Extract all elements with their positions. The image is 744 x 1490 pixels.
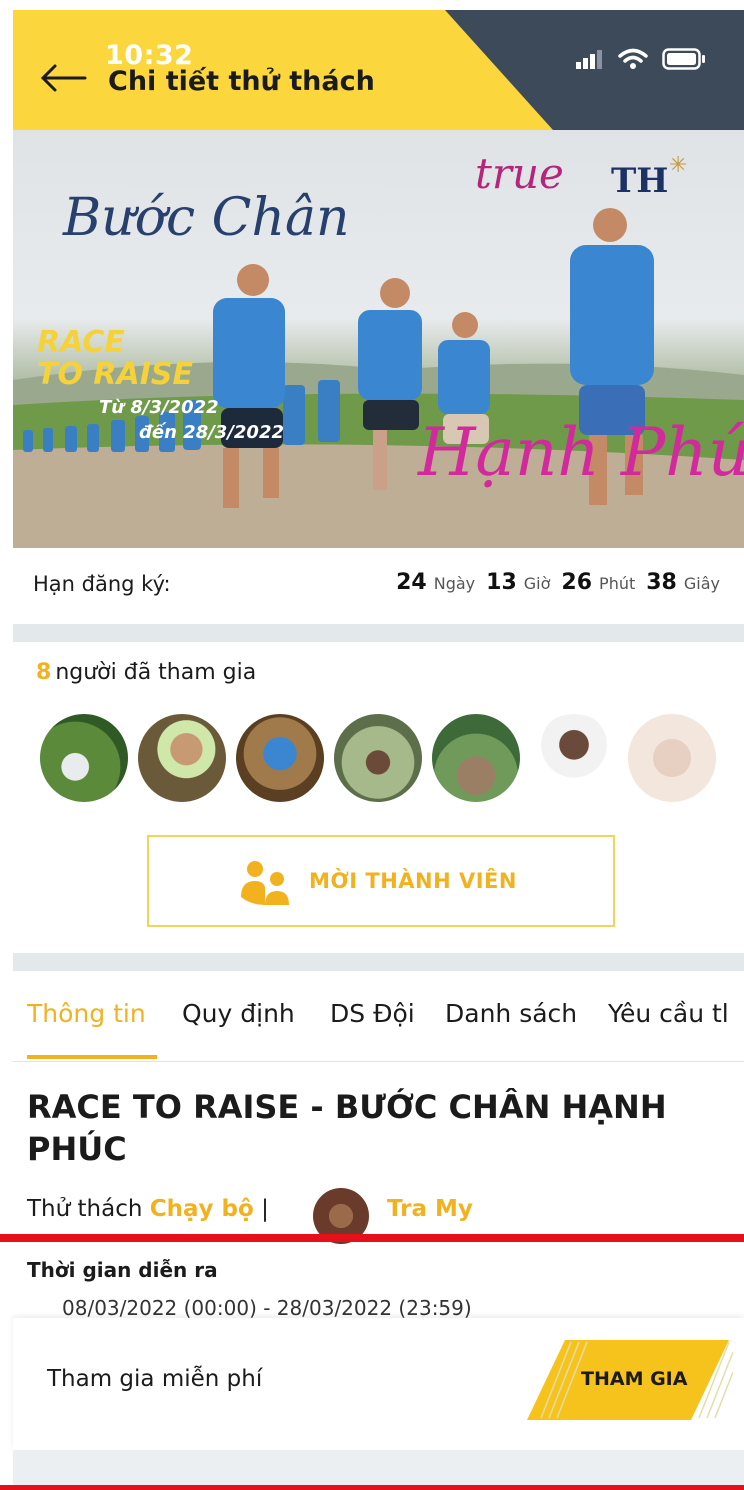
participants-number: 8 <box>36 660 52 685</box>
join-button[interactable]: THAM GIA <box>523 1338 734 1422</box>
banner-date-from: Từ 8/3/2022 <box>99 397 219 418</box>
countdown-days: 24 <box>396 570 427 595</box>
detail-tabs: Thông tin Quy định DS Đội Danh sách Yêu … <box>13 971 744 1062</box>
bottom-spacer <box>13 1450 744 1485</box>
countdown-label: Hạn đăng ký: <box>33 572 171 596</box>
challenge-type[interactable]: Chạy bộ <box>150 1196 254 1222</box>
tab-info[interactable]: Thông tin <box>27 999 146 1028</box>
countdown-days-unit: Ngày <box>433 574 476 593</box>
countdown-values: 24 Ngày 13 Giờ 26 Phút 38 Giây <box>396 570 724 595</box>
banner-race-line1: RACE <box>37 325 125 360</box>
countdown-minutes: 26 <box>561 570 593 595</box>
countdown-minutes-unit: Phút <box>599 574 636 593</box>
app-header: 10:32 Chi tiết thử thách <box>13 10 744 130</box>
invite-members-label: MỜI THÀNH VIÊN <box>309 869 517 893</box>
countdown-hours: 13 <box>486 570 517 595</box>
users-icon <box>241 861 289 905</box>
avatar[interactable] <box>528 712 620 804</box>
registration-countdown: Hạn đăng ký: 24 Ngày 13 Giờ 26 Phút 38 G… <box>13 548 744 625</box>
avatar[interactable] <box>234 712 326 804</box>
participants-label: người đã tham gia <box>55 660 257 685</box>
challenge-type-prefix: Thử thách <box>27 1196 143 1222</box>
banner-art: Bước Chân Hạnh Phúc RACE TO RAISE Từ 8/3… <box>13 149 744 548</box>
join-button-label: THAM GIA <box>581 1368 688 1390</box>
banner-subtitle-script: Hạnh Phúc <box>417 414 744 491</box>
active-tab-indicator <box>27 1055 157 1059</box>
avatar[interactable] <box>332 712 424 804</box>
participants-count: 8 người đã tham gia <box>36 660 256 685</box>
back-arrow-icon[interactable] <box>39 62 87 94</box>
avatar[interactable] <box>38 712 130 804</box>
highlight-line-bottom <box>0 1485 744 1490</box>
countdown-hours-unit: Giờ <box>523 574 551 593</box>
banner-title-script: Bước Chân <box>62 188 349 248</box>
challenge-banner: Bước Chân Hạnh Phúc RACE TO RAISE Từ 8/3… <box>13 130 744 548</box>
countdown-seconds: 38 <box>646 570 677 595</box>
schedule-value: 08/03/2022 (00:00) - 28/03/2022 (23:59) <box>62 1296 472 1320</box>
banner-race-line2: TO RAISE <box>37 357 193 392</box>
page-title: Chi tiết thử thách <box>108 66 375 97</box>
join-bar: Tham gia miễn phí THAM GIA <box>13 1318 744 1450</box>
tab-teams[interactable]: DS Đội <box>330 999 415 1028</box>
battery-icon <box>662 48 705 70</box>
highlight-line <box>0 1234 744 1242</box>
avatar-default[interactable] <box>626 712 718 804</box>
banner-logo-true: true <box>475 149 564 198</box>
banner-date-to: đến 28/3/2022 <box>139 422 284 443</box>
challenge-detail-screen: 10:32 Chi tiết thử thách Bước Chân Hạnh … <box>0 0 744 1490</box>
invite-members-button[interactable]: MỜI THÀNH VIÊN <box>147 835 615 927</box>
wifi-icon <box>618 48 648 69</box>
challenge-title: RACE TO RAISE - BƯỚC CHÂN HẠNH PHÚC <box>27 1088 667 1168</box>
status-icons <box>576 48 706 70</box>
banner-logo-th: TH <box>611 161 668 201</box>
countdown-seconds-unit: Giây <box>683 574 720 593</box>
section-divider <box>13 624 744 642</box>
tab-list[interactable]: Danh sách <box>445 999 577 1028</box>
meta-separator: | <box>261 1196 269 1222</box>
section-divider <box>13 953 744 971</box>
tab-requests[interactable]: Yêu cầu tl <box>608 999 729 1028</box>
avatar[interactable] <box>430 712 522 804</box>
free-join-label: Tham gia miễn phí <box>47 1366 263 1392</box>
signal-icon <box>576 50 602 69</box>
author-name[interactable]: Tra My <box>387 1196 473 1222</box>
avatar[interactable] <box>136 712 228 804</box>
schedule-label: Thời gian diễn ra <box>27 1258 218 1282</box>
challenge-meta: Thử thách Chạy bộ | Tra My <box>27 1188 473 1244</box>
tab-rules[interactable]: Quy định <box>182 999 295 1028</box>
banner-logo-star: ✳ <box>669 153 687 178</box>
